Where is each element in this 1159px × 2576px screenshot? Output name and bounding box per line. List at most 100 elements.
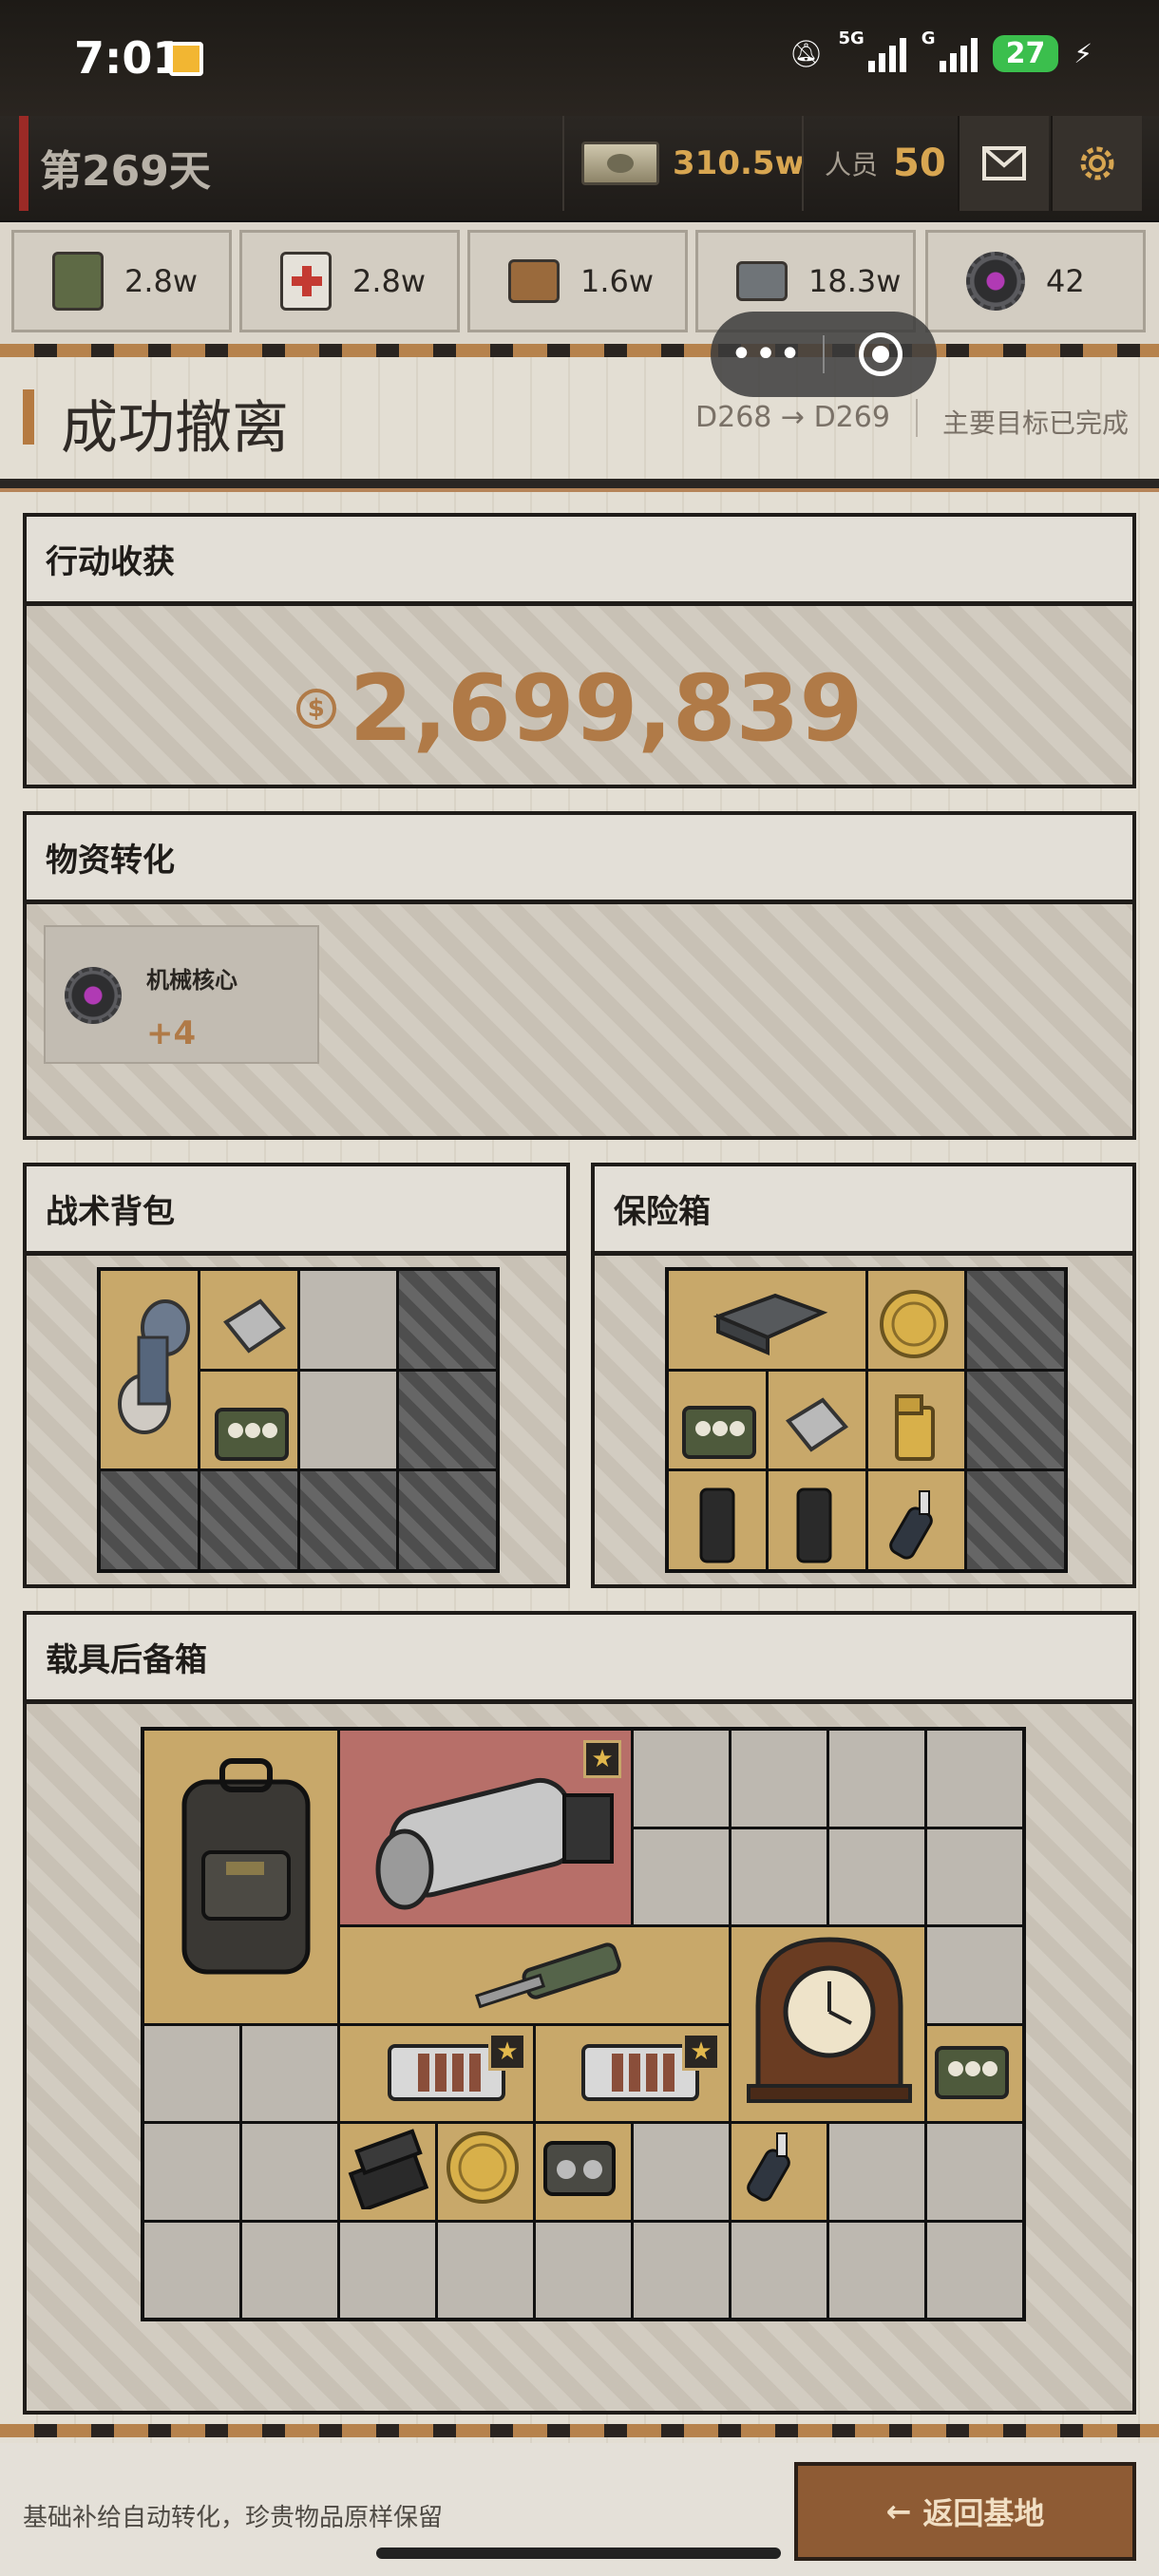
rare-star-icon: ★ [583,1740,621,1778]
safe-panel: 保险箱 [591,1163,1136,1588]
ammo-case-icon [682,1406,756,1459]
locked-cell [967,1371,1064,1469]
ammo-case-icon [215,1408,289,1461]
page-title: 成功撤离 [61,395,289,462]
mech-core-icon [966,252,1025,311]
grid-cell[interactable] [242,2124,337,2220]
grid-cell[interactable] [438,2222,533,2318]
gold-coin-icon [446,2131,519,2204]
trunk-panel: 载具后备箱 ★ ★ ★ [23,1611,1136,2415]
gain-amount-row: $ 2,699,839 [27,655,1132,762]
grid-cell[interactable] [829,2124,924,2220]
resource-metal-value: 18.3w [808,263,902,299]
duct-tape-icon [118,1299,190,1434]
grid-cell[interactable] [144,2025,239,2121]
home-indicator[interactable] [376,2548,781,2559]
resource-food-value: 2.8w [124,263,199,299]
mute-icon: 🔕︎ [788,37,824,69]
jewelry-box-icon [348,2129,429,2209]
wheat-can-icon [52,252,104,311]
grid-cell[interactable] [927,1828,1022,1924]
backpack-panel-title: 战术背包 [27,1166,566,1256]
network-g-label: G [921,28,936,48]
signal-icon-2 [939,34,978,72]
grid-cell[interactable] [299,1271,397,1369]
resource-wood[interactable]: 1.6w [467,230,688,332]
gain-panel: 行动收获 $ 2,699,839 [23,513,1136,788]
conversion-item-qty: +4 [146,1014,197,1052]
status-time: 7:01 [74,32,183,84]
grid-cell[interactable] [634,1731,729,1827]
grid-cell[interactable] [732,1828,826,1924]
resource-food[interactable]: 2.8w [11,230,232,332]
grid-cell[interactable] [242,2025,337,2121]
route-divider [916,399,918,437]
cash-value: 310.5w [673,144,805,182]
rare-star-icon: ★ [682,2033,720,2071]
ammo-case-icon [935,2046,1009,2099]
grid-cell[interactable] [634,2124,729,2220]
locked-cell [299,1471,397,1569]
locked-cell [101,1471,198,1569]
grid-cell[interactable] [927,2124,1022,2220]
crew-label: 人员 [825,149,879,180]
gain-panel-title: 行动收获 [27,517,1132,606]
lighter-icon [895,1394,935,1461]
locked-cell [399,1371,496,1469]
title-divider [0,479,1159,492]
cash-display: 310.5w [562,116,805,211]
grid-cell[interactable] [536,2222,631,2318]
phone-icon [699,1487,735,1563]
conversion-note: 基础补给自动转化，珍贵物品原样保留 [23,2504,444,2532]
battery-badge: 27 [992,34,1059,72]
grid-cell[interactable] [927,1927,1022,2023]
dollar-coin-icon: $ [295,689,336,729]
engine-part-icon [375,1777,614,1910]
grid-cell[interactable] [927,2222,1022,2318]
grid-cell[interactable] [732,1731,826,1827]
conversion-item[interactable]: 机械核心 +4 [44,925,319,1064]
charging-icon: ⚡︎ [1074,37,1092,69]
hazard-stripe-bottom [0,2424,1159,2437]
result-title-row: 成功撤离 D268 → D269 主要目标已完成 [0,361,1159,475]
grid-cell[interactable] [634,2222,729,2318]
gear-icon [1080,146,1114,180]
safe-panel-title: 保险箱 [595,1166,1132,1256]
locked-cell [200,1471,297,1569]
grid-cell[interactable] [732,2222,826,2318]
gold-coin-icon [880,1290,948,1358]
conversion-panel-title: 物资转化 [27,815,1132,904]
settings-button[interactable] [1051,116,1142,211]
grid-cell[interactable] [299,1371,397,1469]
locked-cell [967,1271,1064,1369]
grid-cell[interactable] [927,1731,1022,1827]
resource-mech-core[interactable]: 42 [925,230,1146,332]
grid-cell[interactable] [340,2222,435,2318]
grid-cell[interactable] [242,2222,337,2318]
grid-cell[interactable] [144,2124,239,2220]
dart-pouch-icon [747,2132,790,2202]
trunk-panel-title: 载具后备箱 [27,1615,1132,1704]
grid-cell[interactable] [829,1828,924,1924]
backpack-icon [181,1758,311,1975]
grid-cell[interactable] [829,2222,924,2318]
dart-pouch-icon [889,1490,933,1560]
locked-cell [399,1271,496,1369]
objective-status: 主要目标已完成 [942,407,1130,439]
mail-button[interactable] [958,116,1049,211]
status-indicators: 🔕︎ 5G G 27 ⚡︎ [788,28,1092,72]
system-status-bar: 7:01 🔕︎ 5G G 27 ⚡︎ [0,0,1159,116]
wood-icon [508,259,560,303]
return-base-button[interactable]: ← 返回基地 [794,2462,1136,2561]
resource-medical[interactable]: 2.8w [239,230,460,332]
day-route: D268 → D269 [695,401,890,434]
grid-cell[interactable] [829,1731,924,1827]
day-counter: 第269天 [40,147,211,196]
game-header: 第269天 310.5w 人员 50 [0,116,1159,222]
crew-value: 50 [893,142,946,185]
grid-cell[interactable] [144,2222,239,2318]
mantel-clock-icon [747,1937,912,2103]
resource-mech-core-value: 42 [1046,263,1085,299]
resource-medical-value: 2.8w [352,263,427,299]
grid-cell[interactable] [634,1828,729,1924]
